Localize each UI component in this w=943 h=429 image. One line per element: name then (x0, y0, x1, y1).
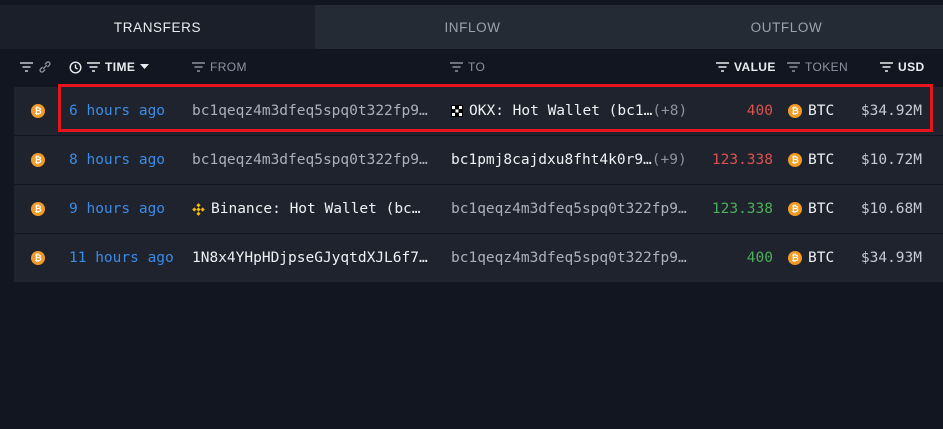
tab-transfers[interactable]: TRANSFERS (0, 5, 315, 49)
header-from[interactable]: FROM (192, 49, 247, 85)
header-token-label: TOKEN (805, 60, 849, 74)
row-token[interactable]: ₿ BTC (788, 234, 834, 282)
header-time[interactable]: TIME (69, 49, 150, 85)
row-value: 400 (746, 103, 773, 119)
table-row[interactable]: ₿ 6 hours ago bc1qeqz4m3dfeq5spq0t322fp9… (14, 87, 943, 135)
row-chain: ₿ (31, 136, 45, 184)
row-to-label[interactable]: bc1pmj8cajdxu8fht4k0r9… (451, 152, 652, 168)
row-token[interactable]: ₿ BTC (788, 87, 834, 135)
filter-icon[interactable] (716, 62, 729, 72)
tab-outflow[interactable]: OUTFLOW (630, 5, 943, 49)
row-from-label[interactable]: Binance: Hot Wallet (bc… (211, 201, 421, 217)
row-chain: ₿ (31, 185, 45, 233)
header-from-label: FROM (210, 60, 247, 74)
row-value: 400 (746, 250, 773, 266)
row-to-extra[interactable]: (+8) (652, 103, 687, 119)
bitcoin-icon: ₿ (31, 202, 45, 216)
header-value-label: VALUE (734, 60, 776, 74)
row-chain: ₿ (31, 87, 45, 135)
header-to-label: TO (468, 60, 486, 74)
row-from[interactable]: 1N8x4YHpHDjpseGJyqtdXJL6f7… (192, 234, 442, 282)
row-to[interactable]: OKX: Hot Wallet (bc1… (+8) (451, 87, 716, 135)
row-token-label: BTC (808, 103, 835, 119)
header-to[interactable]: TO (450, 49, 485, 85)
filter-icon[interactable] (450, 62, 463, 72)
header-value[interactable]: VALUE (716, 49, 776, 85)
row-from[interactable]: bc1qeqz4m3dfeq5spq0t322fp9… (192, 136, 442, 184)
row-time[interactable]: 9 hours ago (69, 185, 189, 233)
row-usd: $34.93M (860, 250, 922, 266)
row-usd: $10.68M (860, 201, 922, 217)
bitcoin-icon: ₿ (788, 104, 802, 118)
filter-icon[interactable] (192, 62, 205, 72)
row-from[interactable]: bc1qeqz4m3dfeq5spq0t322fp9… (192, 87, 442, 135)
header-usd[interactable]: USD (880, 49, 925, 85)
row-to[interactable]: bc1qeqz4m3dfeq5spq0t322fp9… (451, 185, 701, 233)
filter-icon[interactable] (87, 62, 100, 72)
filter-icon[interactable] (787, 62, 800, 72)
caret-down-icon[interactable] (140, 64, 150, 70)
row-time[interactable]: 11 hours ago (69, 234, 189, 282)
filter-icon[interactable] (20, 62, 33, 72)
row-from[interactable]: Binance: Hot Wallet (bc… (192, 185, 447, 233)
row-token-label: BTC (808, 201, 835, 217)
bitcoin-icon: ₿ (788, 251, 802, 265)
row-to-label[interactable]: OKX: Hot Wallet (bc1… (469, 103, 652, 119)
transfers-panel: TRANSFERS INFLOW OUTFLOW TIME FROM TO VA… (0, 0, 943, 429)
row-token[interactable]: ₿ BTC (788, 185, 834, 233)
tab-bar: TRANSFERS INFLOW OUTFLOW (0, 5, 943, 49)
clock-icon[interactable] (69, 60, 82, 74)
header-row-controls (20, 49, 52, 85)
row-token[interactable]: ₿ BTC (788, 136, 834, 184)
bitcoin-icon: ₿ (31, 251, 45, 265)
header-token[interactable]: TOKEN (787, 49, 848, 85)
table-header: TIME FROM TO VALUE TOKEN USD (0, 49, 943, 85)
table-row[interactable]: ₿ 11 hours ago 1N8x4YHpHDjpseGJyqtdXJL6f… (14, 234, 943, 282)
row-usd: $10.72M (860, 152, 922, 168)
row-to-extra[interactable]: (+9) (652, 152, 687, 168)
row-token-label: BTC (808, 250, 835, 266)
header-time-label: TIME (105, 60, 136, 74)
bitcoin-icon: ₿ (788, 202, 802, 216)
okx-logo-icon (451, 105, 463, 117)
row-value: 123.338 (711, 201, 773, 217)
row-value: 123.338 (711, 152, 773, 168)
bitcoin-icon: ₿ (31, 153, 45, 167)
bitcoin-icon: ₿ (788, 153, 802, 167)
row-time[interactable]: 6 hours ago (69, 87, 189, 135)
table-row[interactable]: ₿ 9 hours ago Binance: Hot Wallet (bc… b… (14, 185, 943, 233)
row-time[interactable]: 8 hours ago (69, 136, 189, 184)
row-chain: ₿ (31, 234, 45, 282)
row-usd: $34.92M (860, 103, 922, 119)
row-to[interactable]: bc1pmj8cajdxu8fht4k0r9… (+9) (451, 136, 716, 184)
transfer-list: ₿ 6 hours ago bc1qeqz4m3dfeq5spq0t322fp9… (14, 87, 943, 283)
binance-logo-icon (192, 202, 205, 216)
filter-icon[interactable] (880, 62, 893, 72)
row-token-label: BTC (808, 152, 835, 168)
header-usd-label: USD (898, 60, 925, 74)
table-row[interactable]: ₿ 8 hours ago bc1qeqz4m3dfeq5spq0t322fp9… (14, 136, 943, 184)
bitcoin-icon: ₿ (31, 104, 45, 118)
row-to[interactable]: bc1qeqz4m3dfeq5spq0t322fp9… (451, 234, 701, 282)
tab-inflow[interactable]: INFLOW (315, 5, 630, 49)
chain-link-icon[interactable] (38, 61, 52, 73)
